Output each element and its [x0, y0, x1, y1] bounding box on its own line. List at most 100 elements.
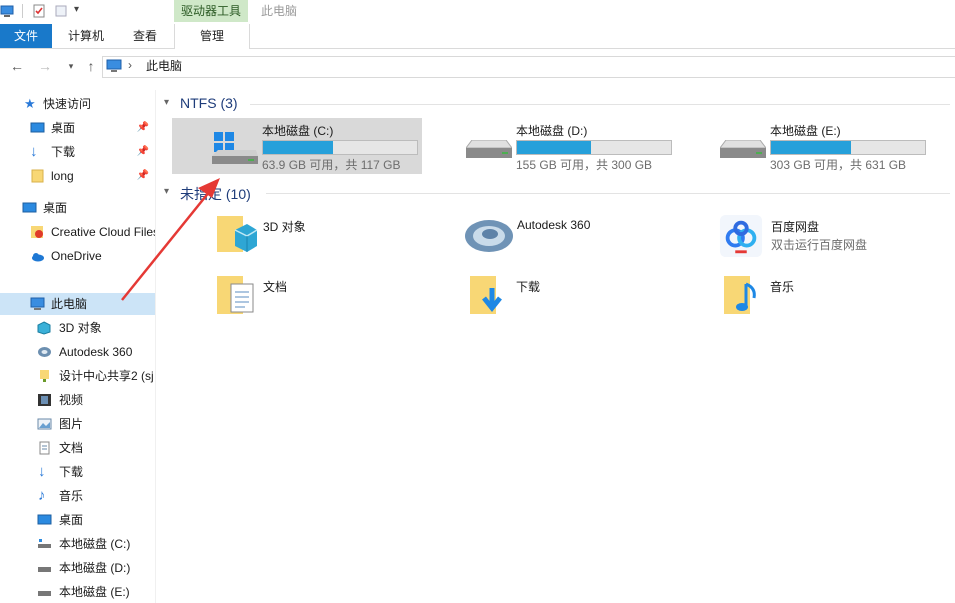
sidebar-item-desktop-pc[interactable]: 桌面 [0, 509, 155, 531]
sidebar-item-documents[interactable]: 文档 [0, 437, 155, 459]
folder-name: 文档 [263, 280, 288, 294]
autodesk-360-icon [38, 347, 51, 357]
document-icon [39, 441, 50, 455]
drive-free-space: 303 GB 可用，共 631 GB [770, 158, 907, 172]
divider [22, 4, 23, 18]
desktop-icon [22, 202, 37, 213]
back-arrow-icon[interactable]: ← [8, 56, 26, 76]
download-icon: ↓ [30, 143, 38, 160]
usage-bar [770, 140, 926, 155]
divider [266, 193, 950, 194]
sidebar-item-autodesk-360[interactable]: Autodesk 360 [0, 341, 155, 363]
sidebar-item-quick-access[interactable]: ★ 快速访问 [0, 93, 155, 115]
cube-3d-icon [37, 321, 51, 335]
folder-name: 下载 [516, 280, 541, 294]
sidebar-item-drive-c[interactable]: 本地磁盘 (C:) [0, 533, 155, 555]
sidebar-item-desktop[interactable]: 桌面 [0, 197, 155, 219]
drive-tools-context-tab: 驱动器工具 [174, 0, 248, 22]
sidebar-item-label: 此电脑 [51, 297, 88, 311]
folder-name: 3D 对象 [263, 220, 306, 234]
system-drive-icon [212, 132, 258, 164]
address-bar[interactable] [102, 56, 955, 78]
sidebar-item-label: 下载 [59, 465, 84, 479]
breadcrumb-this-pc[interactable]: 此电脑 [146, 58, 182, 74]
sidebar-item-onedrive[interactable]: OneDrive [0, 245, 155, 267]
drive-tile-e[interactable]: 本地磁盘 (E:) 303 GB 可用，共 631 GB [680, 118, 932, 174]
sidebar-item-label: 桌面 [59, 513, 84, 527]
sidebar-item-creative-cloud[interactable]: Creative Cloud Files [0, 221, 155, 243]
drive-name: 本地磁盘 (C:) [262, 124, 334, 138]
sidebar-item-downloads-pinned[interactable]: ↓ 下载 📌 [0, 141, 155, 163]
pictures-icon [37, 418, 52, 430]
tab-view[interactable]: 查看 [120, 24, 170, 48]
baidu-netdisk-icon [719, 214, 763, 258]
properties-icon[interactable] [32, 4, 46, 18]
group-header-ntfs[interactable]: NTFS (3) [180, 95, 238, 111]
creative-cloud-folder-icon [31, 226, 43, 238]
video-icon [38, 394, 51, 406]
sidebar-item-label: 文档 [59, 441, 84, 455]
computer-icon [30, 297, 45, 310]
music-folder-icon [724, 276, 756, 314]
sidebar-item-label: 音乐 [59, 489, 84, 503]
sidebar-item-label: 3D 对象 [59, 321, 102, 335]
drive-tile-c[interactable]: 本地磁盘 (C:) 63.9 GB 可用，共 117 GB [172, 118, 422, 174]
folder-downloads[interactable]: 下载 [470, 274, 710, 324]
downloads-folder-icon [470, 276, 502, 314]
usage-bar [516, 140, 672, 155]
group-collapse-chevron-icon[interactable]: ▾ [164, 186, 169, 197]
tab-manage[interactable]: 管理 [174, 24, 250, 49]
folder-name: Autodesk 360 [517, 218, 591, 232]
divider [250, 104, 950, 105]
sidebar-item-label: 本地磁盘 (E:) [59, 585, 130, 599]
sidebar-item-label: 本地磁盘 (D:) [59, 561, 131, 575]
sidebar-item-3d-objects[interactable]: 3D 对象 [0, 317, 155, 339]
drive-tile-d[interactable]: 本地磁盘 (D:) 155 GB 可用，共 300 GB [426, 118, 678, 174]
sidebar-item-label: long [51, 169, 74, 183]
sidebar-item-this-pc[interactable]: 此电脑 [0, 293, 155, 315]
sidebar-item-label: 视频 [59, 393, 84, 407]
sidebar-item-desktop-pinned[interactable]: 桌面 📌 [0, 117, 155, 139]
hard-drive-icon [720, 140, 766, 158]
computer-icon [106, 59, 122, 72]
drive-name: 本地磁盘 (E:) [770, 124, 841, 138]
customize-quick-access-icon[interactable]: ▾ [74, 4, 79, 15]
folder-name: 音乐 [770, 280, 795, 294]
sidebar-item-pictures[interactable]: 图片 [0, 413, 155, 435]
sidebar-item-design-share[interactable]: 设计中心共享2 (sj [0, 365, 155, 387]
sidebar-item-drive-d[interactable]: 本地磁盘 (D:) [0, 557, 155, 579]
folder-autodesk-360[interactable]: Autodesk 360 [464, 214, 704, 264]
group-header-unspecified[interactable]: 未指定 (10) [180, 184, 251, 204]
star-icon: ★ [24, 96, 36, 111]
folder-music[interactable]: 音乐 [724, 274, 955, 324]
new-folder-icon[interactable] [54, 4, 68, 18]
usage-bar [262, 140, 418, 155]
recent-locations-chevron-icon[interactable]: ▾ [62, 56, 80, 76]
folder-documents[interactable]: 文档 [217, 274, 457, 324]
download-icon: ↓ [38, 463, 46, 480]
tab-computer[interactable]: 计算机 [56, 24, 116, 48]
folder-icon [31, 169, 44, 183]
app-baidu-netdisk[interactable]: 百度网盘 双击运行百度网盘 [718, 214, 955, 264]
sidebar-item-music[interactable]: ♪ 音乐 [0, 485, 155, 507]
music-note-icon: ♪ [38, 487, 46, 504]
system-drive-icon [38, 539, 51, 548]
sidebar-item-drive-e[interactable]: 本地磁盘 (E:) [0, 581, 155, 603]
sidebar-item-label: Autodesk 360 [59, 345, 133, 359]
forward-arrow-icon[interactable]: → [36, 56, 54, 76]
folder-3d-objects[interactable]: 3D 对象 [217, 214, 457, 264]
sidebar-item-label: 快速访问 [43, 97, 92, 111]
network-folder-icon [40, 370, 49, 382]
group-collapse-chevron-icon[interactable]: ▾ [164, 97, 169, 108]
sidebar-item-long[interactable]: long 📌 [0, 165, 155, 187]
folder-name: 百度网盘 [771, 220, 820, 234]
sidebar-item-label: 图片 [59, 417, 84, 431]
up-arrow-icon[interactable]: ↑ [82, 56, 100, 76]
sidebar-item-label: 本地磁盘 (C:) [59, 537, 131, 551]
sidebar-item-video[interactable]: 视频 [0, 389, 155, 411]
usage-bar-fill [517, 141, 592, 154]
sidebar-item-downloads[interactable]: ↓ 下载 [0, 461, 155, 483]
hard-drive-icon [38, 567, 51, 572]
breadcrumb-chevron-icon[interactable]: › [128, 58, 132, 72]
tab-file[interactable]: 文件 [0, 24, 52, 48]
